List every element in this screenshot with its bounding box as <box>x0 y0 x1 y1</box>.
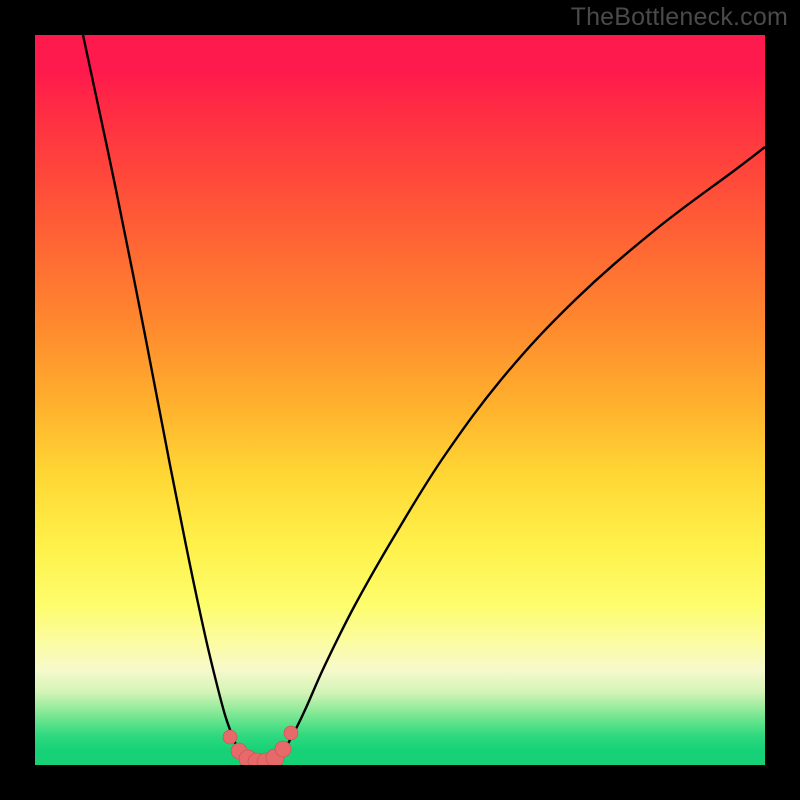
chart-frame: TheBottleneck.com <box>0 0 800 800</box>
plot-area <box>35 35 765 765</box>
trough-marker <box>284 726 298 740</box>
curve-layer <box>35 35 765 765</box>
trough-markers <box>223 726 298 765</box>
trough-marker <box>275 741 291 757</box>
watermark-text: TheBottleneck.com <box>571 3 788 32</box>
trough-marker <box>223 730 237 744</box>
bottleneck-curve <box>83 35 765 763</box>
